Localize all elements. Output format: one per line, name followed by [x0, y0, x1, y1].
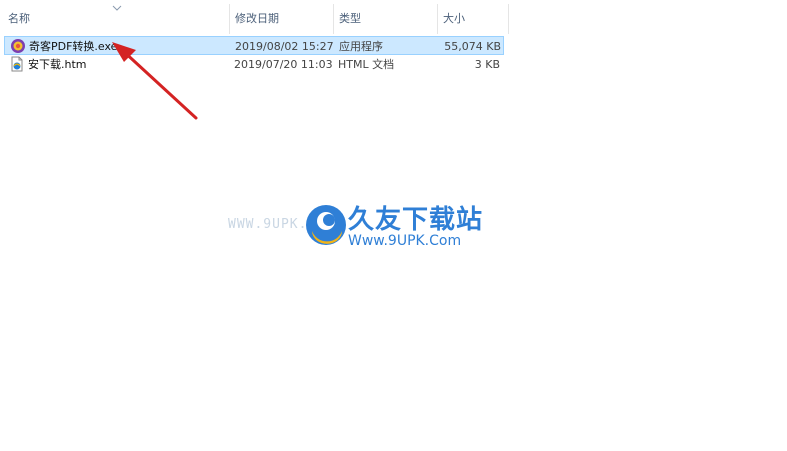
file-size: 55,074 KB — [444, 40, 501, 53]
column-header-name[interactable]: 名称 — [8, 0, 30, 36]
red-annotation-arrow — [112, 42, 198, 120]
watermark-url: Www.9UPK.Com — [348, 233, 462, 249]
file-type: 应用程序 — [339, 40, 383, 53]
column-divider[interactable] — [333, 4, 334, 34]
file-type: HTML 文档 — [338, 58, 395, 71]
app-exe-icon — [11, 39, 25, 53]
watermark: WWW.9UPK.COM 久友下载站 Www.9UPK.Com — [228, 185, 518, 275]
column-header-size[interactable]: 大小 — [443, 0, 465, 36]
file-size: 3 KB — [474, 58, 500, 71]
column-divider[interactable] — [437, 4, 438, 34]
file-name: 安下载.htm — [28, 58, 87, 71]
column-header-type[interactable]: 类型 — [339, 0, 361, 36]
watermark-title: 久友下载站 — [348, 205, 484, 235]
column-header-modified[interactable]: 修改日期 — [235, 0, 279, 36]
column-header-bar: 名称 修改日期 类型 大小 — [0, 0, 510, 36]
watermark-logo-icon — [306, 205, 346, 245]
sort-chevron-icon — [112, 5, 122, 11]
column-divider[interactable] — [229, 4, 230, 34]
file-row[interactable]: 安下载.htm 2019/07/20 11:03 HTML 文档 3 KB — [4, 55, 504, 74]
column-divider[interactable] — [508, 4, 509, 34]
file-modified: 2019/07/20 11:03 — [234, 58, 333, 71]
file-row-selected[interactable]: 奇客PDF转换.exe 2019/08/02 15:27 应用程序 55,074… — [4, 36, 504, 55]
html-document-icon — [11, 56, 23, 72]
file-modified: 2019/08/02 15:27 — [235, 40, 334, 53]
